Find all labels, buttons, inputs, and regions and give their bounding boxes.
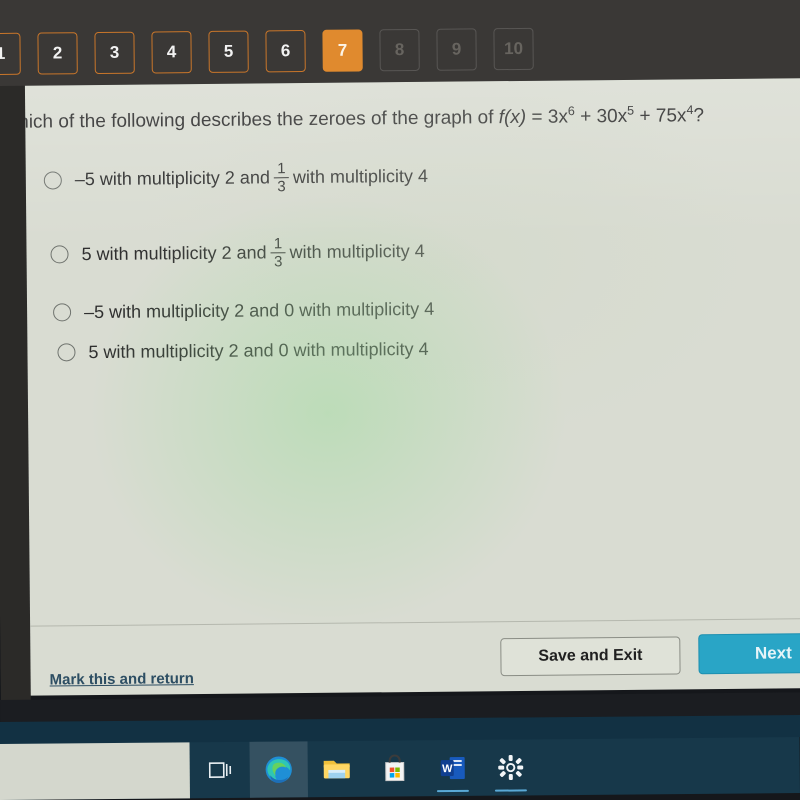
question-number-3[interactable]: 3 (94, 31, 135, 75)
fraction-numerator: 1 (277, 160, 286, 178)
svg-text:W: W (442, 763, 453, 775)
word-icon: W (440, 756, 465, 780)
fraction: 13 (273, 160, 289, 196)
answer-options: –5 with multiplicity 2 and 1 3 with multipl… (25, 156, 800, 368)
question-number-10: 10 (493, 27, 534, 71)
answer-text: 5 with multiplicity 2 and 0 with multipl… (88, 338, 429, 362)
answer-text-tail: with multiplicity 4 (289, 240, 425, 263)
question-suffix: ? (693, 105, 705, 127)
taskbar-task-view-icon[interactable] (192, 742, 250, 799)
question-number-8: 8 (379, 28, 420, 72)
fraction-denominator: 3 (273, 253, 283, 271)
question-number-9: 9 (436, 28, 477, 71)
answer-text: 5 with multiplicity 2 and (81, 242, 267, 265)
fraction: 13 (270, 234, 286, 271)
mark-this-and-return-link[interactable]: Mark this and return (50, 670, 194, 688)
question-number-7[interactable]: 7 (322, 29, 363, 72)
question-number-1[interactable]: 1 (0, 32, 21, 76)
answer-option-a[interactable]: –5 with multiplicity 2 and 1 3 with multipl… (43, 156, 800, 197)
question-equals: = 3x (526, 106, 569, 128)
quiz-page: Which of the following describes the zer… (24, 78, 800, 696)
edge-icon (265, 756, 292, 783)
question-number-5[interactable]: 5 (208, 30, 249, 73)
taskbar-file-explorer-icon[interactable] (307, 741, 365, 798)
question-number-nav: 1 2 3 4 5 6 7 8 9 10 (0, 27, 534, 76)
answer-text: –5 with multiplicity 2 and 0 with multip… (83, 298, 435, 322)
radio-button-icon[interactable] (50, 245, 69, 264)
screen-content: Quiz Active 12345678910 Which of the fol… (0, 0, 800, 716)
taskbar-word-icon[interactable]: W (423, 740, 481, 797)
file-explorer-icon (323, 760, 350, 779)
next-button[interactable]: Next (698, 632, 800, 675)
answer-option-d[interactable]: 5 with multiplicity 2 and 0 with multipl… (57, 330, 800, 367)
fraction-numerator: 1 (273, 234, 283, 252)
quiz-header-titles: Quiz Active (0, 0, 394, 6)
radio-button-icon[interactable] (57, 343, 76, 362)
question-term-2: + 30x (574, 105, 628, 128)
taskbar-inner: W (0, 737, 800, 800)
taskbar-edge-icon[interactable] (249, 741, 308, 798)
question-prefix: Which of the following describes the zer… (24, 107, 499, 133)
answer-text-tail: with multiplicity 4 (292, 166, 429, 188)
window-bottom-sliver (0, 742, 190, 800)
answer-option-b[interactable]: 5 with multiplicity 2 and 1 3 with multipli… (50, 231, 800, 272)
radio-button-icon[interactable] (43, 171, 62, 190)
microsoft-store-icon (385, 754, 405, 782)
settings-gear-icon (498, 755, 524, 781)
fraction-denominator: 3 (277, 178, 286, 196)
quiz-header: Quiz Active 123456789 10 (0, 0, 800, 86)
taskbar-settings-gear-icon[interactable] (481, 739, 539, 796)
question-number-2[interactable]: 2 (37, 32, 78, 75)
taskbar-icons: W (192, 739, 540, 798)
question-number-6[interactable]: 6 (265, 30, 306, 73)
monitor-photo: Quiz Active 12345678910 Which of the fol… (0, 0, 800, 800)
radio-button-icon[interactable] (53, 303, 72, 322)
task-view-icon (208, 762, 232, 778)
taskbar-microsoft-store-icon[interactable] (365, 740, 423, 797)
question-number-4[interactable]: 4 (151, 31, 192, 74)
question-term-3: + 75x (634, 105, 687, 127)
answer-option-c[interactable]: –5 with multiplicity 2 and 0 with multip… (53, 290, 800, 327)
answer-text: –5 with multiplicity 2 and (74, 167, 271, 190)
save-and-exit-button[interactable]: Save and Exit (500, 636, 681, 677)
question-text: Which of the following describes the zer… (24, 103, 800, 134)
windows-taskbar: W (0, 714, 800, 800)
function-notation: f(x) (498, 106, 527, 129)
